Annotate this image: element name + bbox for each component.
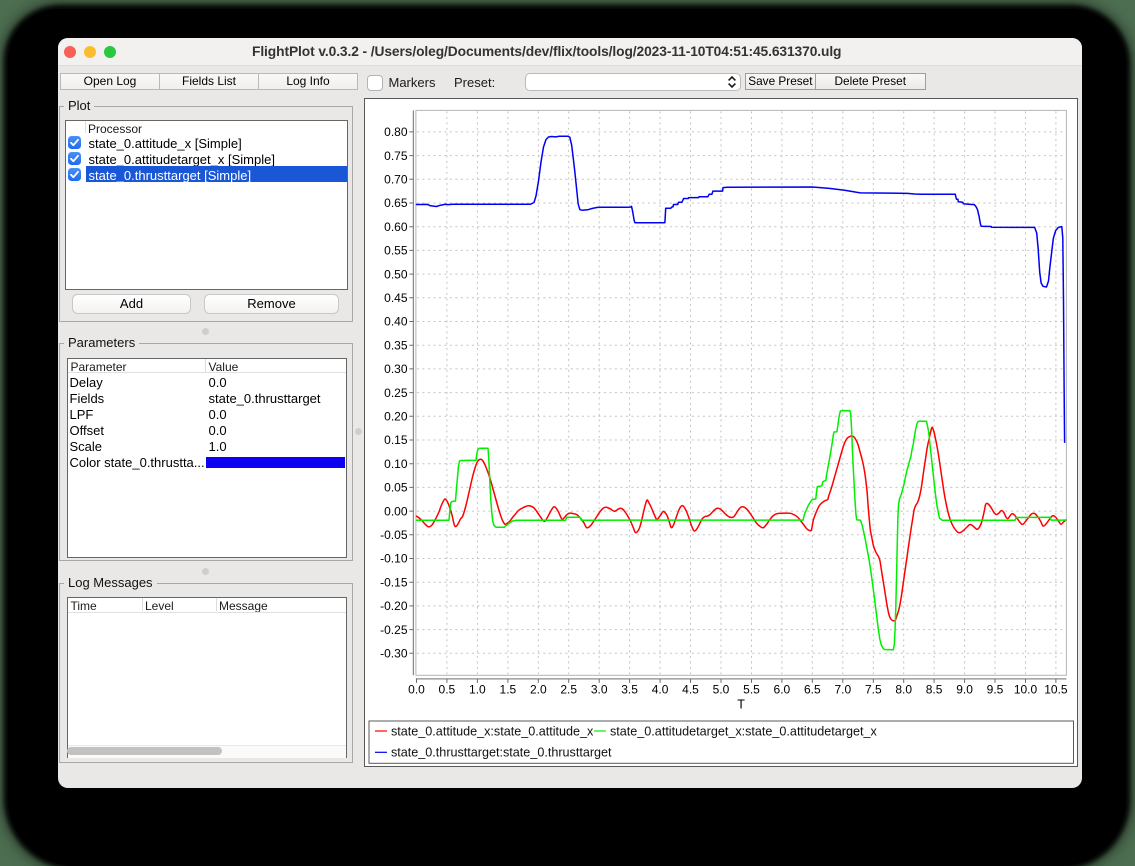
svg-text:0.35: 0.35 [384,338,408,352]
svg-text:0.70: 0.70 [384,173,408,187]
svg-text:5.5: 5.5 [743,683,760,697]
svg-text:5.0: 5.0 [712,683,729,697]
svg-text:7.0: 7.0 [834,683,851,697]
svg-text:0.40: 0.40 [384,315,408,329]
svg-text:state_0.attitudetarget_x:state: state_0.attitudetarget_x:state_0.attitud… [610,724,877,738]
svg-text:1.5: 1.5 [499,683,516,697]
svg-text:state_0.attitude_x:state_0.att: state_0.attitude_x:state_0.attitude_x [391,724,594,738]
svg-text:1.0: 1.0 [469,683,486,697]
svg-text:6.0: 6.0 [773,683,790,697]
svg-text:0.25: 0.25 [384,386,408,400]
svg-text:0.55: 0.55 [384,244,408,258]
svg-text:-0.05: -0.05 [380,528,408,542]
svg-text:0.50: 0.50 [384,267,408,281]
svg-text:-0.25: -0.25 [380,623,408,637]
svg-text:8.0: 8.0 [895,683,912,697]
svg-text:0.20: 0.20 [384,410,408,424]
svg-text:7.5: 7.5 [864,683,881,697]
svg-text:0.30: 0.30 [384,362,408,376]
svg-text:10.0: 10.0 [1013,683,1037,697]
svg-text:0.15: 0.15 [384,433,408,447]
svg-text:-0.10: -0.10 [380,552,408,566]
svg-text:-0.20: -0.20 [380,599,408,613]
svg-text:10.5: 10.5 [1044,683,1068,697]
svg-text:2.5: 2.5 [560,683,577,697]
svg-text:9.0: 9.0 [956,683,973,697]
svg-text:state_0.thrusttarget:state_0.t: state_0.thrusttarget:state_0.thrusttarge… [391,746,612,760]
svg-text:0.10: 0.10 [384,457,408,471]
svg-text:3.5: 3.5 [621,683,638,697]
svg-text:3.0: 3.0 [590,683,607,697]
svg-text:0.60: 0.60 [384,220,408,234]
svg-text:2.0: 2.0 [529,683,546,697]
svg-text:0.0: 0.0 [408,683,425,697]
svg-text:4.5: 4.5 [682,683,699,697]
svg-text:6.5: 6.5 [803,683,820,697]
svg-text:0.75: 0.75 [384,149,408,163]
svg-text:T: T [737,698,745,712]
svg-text:8.5: 8.5 [925,683,942,697]
svg-text:0.05: 0.05 [384,481,408,495]
svg-text:0.5: 0.5 [438,683,455,697]
svg-text:9.5: 9.5 [986,683,1003,697]
svg-text:-0.15: -0.15 [380,575,408,589]
svg-text:4.0: 4.0 [651,683,668,697]
svg-text:0.80: 0.80 [384,125,408,139]
svg-text:0.00: 0.00 [384,504,408,518]
svg-text:0.45: 0.45 [384,291,408,305]
svg-text:-0.30: -0.30 [380,647,408,661]
svg-text:0.65: 0.65 [384,196,408,210]
